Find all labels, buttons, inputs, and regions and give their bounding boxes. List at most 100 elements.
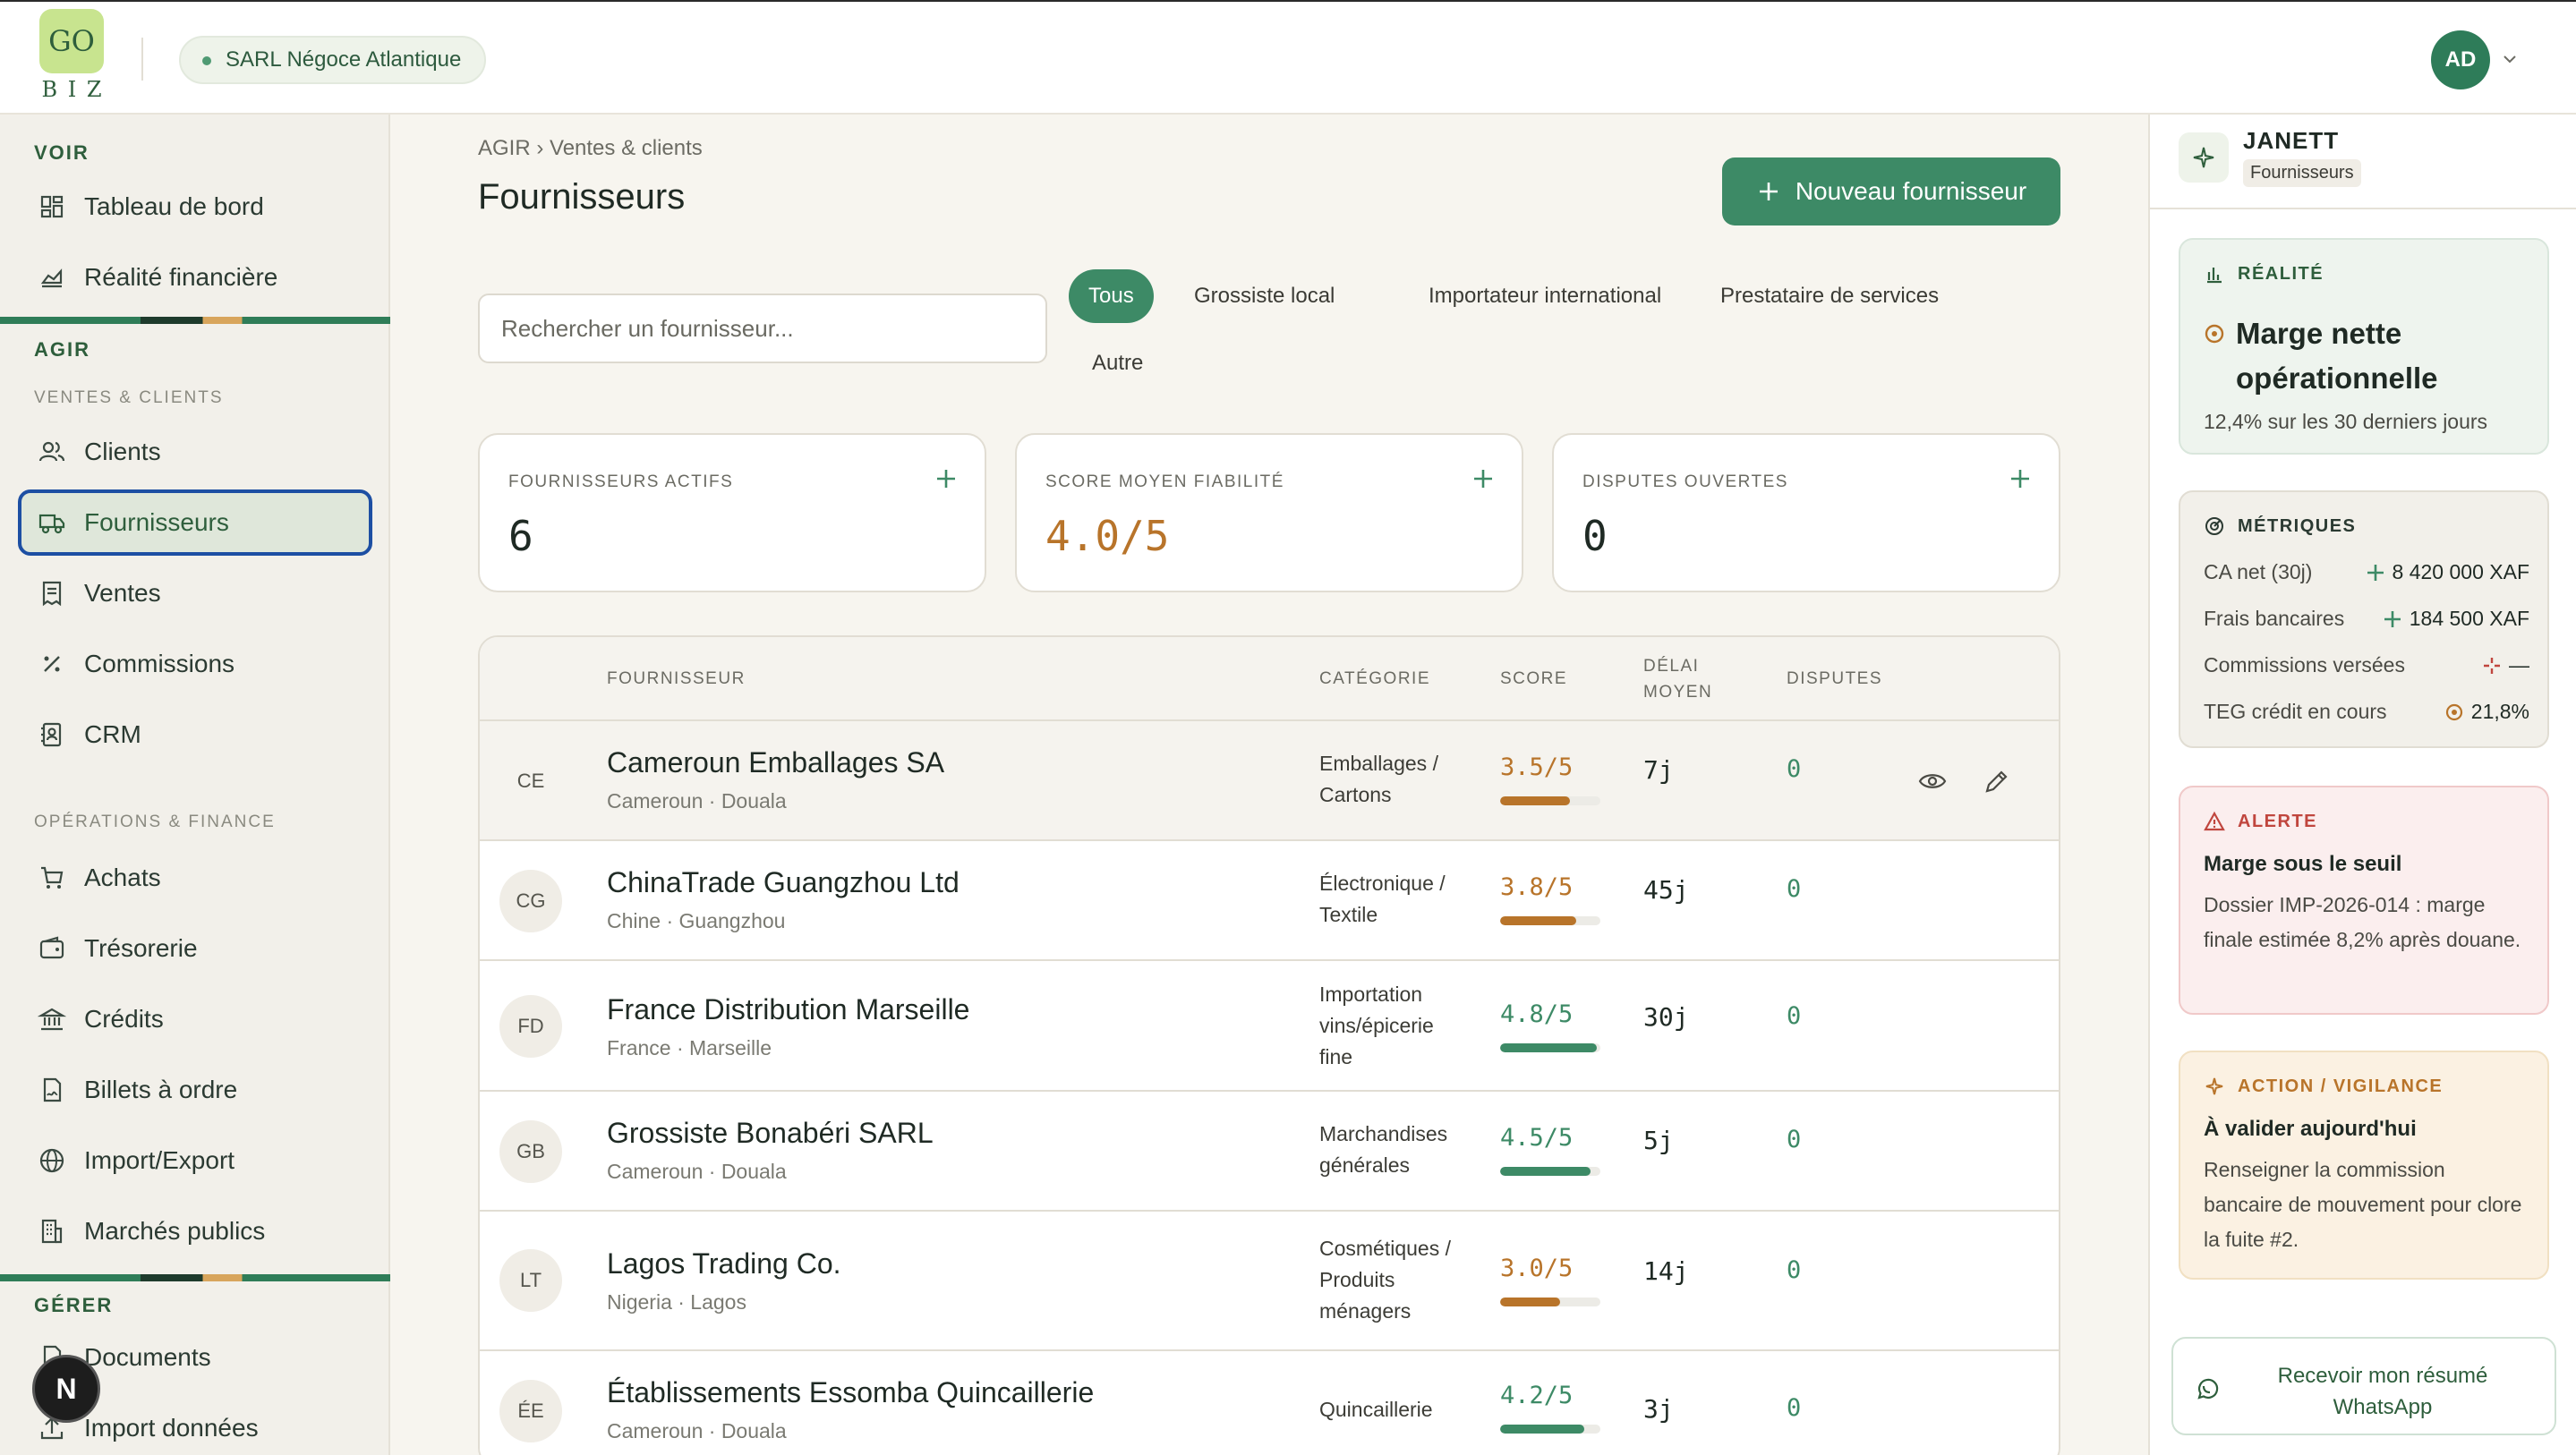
sidebar-item-label: Trésorerie <box>84 934 198 962</box>
kpi-card-open-disputes: DISPUTES OUVERTES 0 <box>1552 433 2060 592</box>
table-row[interactable]: FD France Distribution Marseille France … <box>480 961 2059 1092</box>
supplier-name[interactable]: Grossiste Bonabéri SARL <box>607 1117 934 1150</box>
header-divider <box>141 38 143 81</box>
bank-icon <box>38 1008 66 1031</box>
supplier-disputes: 0 <box>1787 755 1802 783</box>
filter-prestataire-services[interactable]: Prestataire de services <box>1701 269 1958 323</box>
supplier-score: 3.0/5 <box>1500 1255 1574 1282</box>
company-selector[interactable]: SARL Négoce Atlantique <box>179 36 487 84</box>
column-header-disputes[interactable]: DISPUTES <box>1787 666 1882 692</box>
supplier-name[interactable]: Établissements Essomba Quincaillerie <box>607 1376 1094 1409</box>
sidebar-item-marches-publics[interactable]: Marchés publics <box>18 1198 372 1264</box>
table-row[interactable]: CE Cameroun Emballages SA Cameroun · Dou… <box>480 721 2059 841</box>
supplier-location: Cameroun · Douala <box>607 789 787 813</box>
action-card-title: ACTION / VIGILANCE <box>2204 1076 2443 1097</box>
column-header-score[interactable]: SCORE <box>1500 666 1567 692</box>
sidebar-item-label: Fournisseurs <box>84 508 229 536</box>
score-bar <box>1500 1167 1600 1176</box>
floating-assistant-badge[interactable]: N <box>32 1355 100 1423</box>
supplier-search-input[interactable] <box>478 294 1047 363</box>
table-row[interactable]: ÉE Établissements Essomba Quincaillerie … <box>480 1351 2059 1455</box>
filter-grossiste-local[interactable]: Grossiste local <box>1174 269 1354 323</box>
action-card[interactable]: ACTION / VIGILANCE À valider aujourd'hui… <box>2179 1051 2549 1280</box>
sidebar-item-clients[interactable]: Clients <box>18 419 372 485</box>
whatsapp-icon <box>2197 1378 2219 1400</box>
app-logo[interactable]: GO B I Z <box>39 9 106 107</box>
wallet-icon <box>39 936 64 959</box>
edit-pencil-icon[interactable] <box>1982 766 2012 796</box>
metrics-card-title: MÉTRIQUES <box>2204 515 2356 537</box>
supplier-initials: LT <box>499 1249 562 1312</box>
sidebar-item-commissions[interactable]: Commissions <box>18 631 372 697</box>
assistant-context-tag: Fournisseurs <box>2243 159 2361 187</box>
action-headline: À valider aujourd'hui <box>2204 1117 2417 1141</box>
metric-value: 21,8% <box>2470 700 2529 723</box>
sidebar-item-import-export[interactable]: Import/Export <box>18 1127 372 1194</box>
sidebar-item-credits[interactable]: Crédits <box>18 986 372 1052</box>
user-avatar[interactable]: AD <box>2431 30 2490 89</box>
supplier-disputes: 0 <box>1787 1394 1802 1422</box>
supplier-name[interactable]: Cameroun Emballages SA <box>607 746 944 779</box>
metric-label: TEG crédit en cours <box>2204 700 2387 723</box>
top-bar: GO B I Z SARL Négoce Atlantique AD <box>0 0 2576 115</box>
supplier-score: 3.8/5 <box>1500 873 1574 901</box>
supplier-name[interactable]: Lagos Trading Co. <box>607 1247 841 1281</box>
breadcrumb[interactable]: AGIR › Ventes & clients <box>478 136 703 161</box>
receipt-icon <box>42 581 62 607</box>
score-bar <box>1500 1425 1600 1434</box>
column-header-supplier[interactable]: FOURNISSEUR <box>607 666 746 692</box>
score-bar <box>1500 1298 1600 1306</box>
new-supplier-button[interactable]: Nouveau fournisseur <box>1722 157 2060 225</box>
supplier-disputes: 0 <box>1787 875 1802 903</box>
sidebar-item-crm[interactable]: CRM <box>18 702 372 768</box>
table-row[interactable]: CG ChinaTrade Guangzhou Ltd Chine · Guan… <box>480 841 2059 961</box>
chevron-down-icon[interactable] <box>2501 50 2519 68</box>
supplier-name[interactable]: ChinaTrade Guangzhou Ltd <box>607 866 960 899</box>
filter-tous[interactable]: Tous <box>1069 269 1154 323</box>
sidebar-item-dashboard[interactable]: Tableau de bord <box>18 174 372 240</box>
supplier-delay: 45j <box>1643 875 1689 905</box>
warning-triangle-icon <box>2204 811 2225 831</box>
reality-headline: Marge nette opérationnelle <box>2236 317 2438 395</box>
alert-card[interactable]: ALERTE Marge sous le seuil Dossier IMP-2… <box>2179 786 2549 1015</box>
whatsapp-summary-button[interactable]: Recevoir mon résumé WhatsApp <box>2171 1337 2556 1435</box>
column-header-delay[interactable]: DÉLAI MOYEN <box>1643 653 1724 705</box>
truck-icon <box>38 514 65 534</box>
sidebar-item-label: CRM <box>84 720 141 748</box>
eye-icon[interactable] <box>1917 766 1948 796</box>
company-status-dot <box>202 56 211 65</box>
percent-icon <box>44 656 60 672</box>
kpi-value: 4.0/5 <box>1045 512 1170 560</box>
sidebar-item-tresorerie[interactable]: Trésorerie <box>18 915 372 982</box>
sidebar-item-label: Import/Export <box>84 1146 235 1174</box>
score-bar <box>1500 796 1600 805</box>
sidebar-item-achats[interactable]: Achats <box>18 845 372 911</box>
filter-autre[interactable]: Autre <box>1072 336 1163 390</box>
alert-card-title: ALERTE <box>2204 811 2317 832</box>
target-ring-icon <box>2445 703 2462 720</box>
sidebar-item-billets[interactable]: Billets à ordre <box>18 1057 372 1123</box>
metric-value: 184 500 XAF <box>2409 607 2529 630</box>
supplier-name[interactable]: France Distribution Marseille <box>607 993 969 1026</box>
sidebar-item-ventes[interactable]: Ventes <box>18 560 372 626</box>
alert-headline: Marge sous le seuil <box>2204 852 2402 876</box>
sidebar-item-financial-reality[interactable]: Réalité financière <box>18 244 372 311</box>
reality-subtext: 12,4% sur les 30 derniers jours <box>2204 410 2488 433</box>
column-header-category[interactable]: CATÉGORIE <box>1319 666 1430 692</box>
supplier-location: Cameroun · Douala <box>607 1160 787 1183</box>
action-body: Renseigner la commission bancaire de mou… <box>2204 1158 2522 1251</box>
metric-row: TEG crédit en cours 21,8% <box>2204 700 2529 724</box>
table-header: FOURNISSEUR CATÉGORIE SCORE DÉLAI MOYEN … <box>480 637 2059 721</box>
section-stripe <box>0 1274 390 1281</box>
bar-chart-icon <box>2207 268 2222 284</box>
sidebar-item-fournisseurs[interactable]: Fournisseurs <box>18 489 372 556</box>
kpi-value: 0 <box>1582 512 1608 560</box>
table-row[interactable]: GB Grossiste Bonabéri SARL Cameroun · Do… <box>480 1092 2059 1212</box>
file-signature-icon <box>43 1077 62 1102</box>
kpi-card-active-suppliers: FOURNISSEURS ACTIFS 6 <box>478 433 986 592</box>
table-row[interactable]: LT Lagos Trading Co. Nigeria · Lagos Cos… <box>480 1212 2059 1351</box>
reality-card[interactable]: RÉALITÉ Marge nette opérationnelle 12,4%… <box>2179 238 2549 455</box>
supplier-initials: FD <box>499 995 562 1058</box>
supplier-category: Cosmétiques / Produits ménagers <box>1319 1237 1452 1323</box>
filter-importateur-international[interactable]: Importateur international <box>1409 269 1681 323</box>
